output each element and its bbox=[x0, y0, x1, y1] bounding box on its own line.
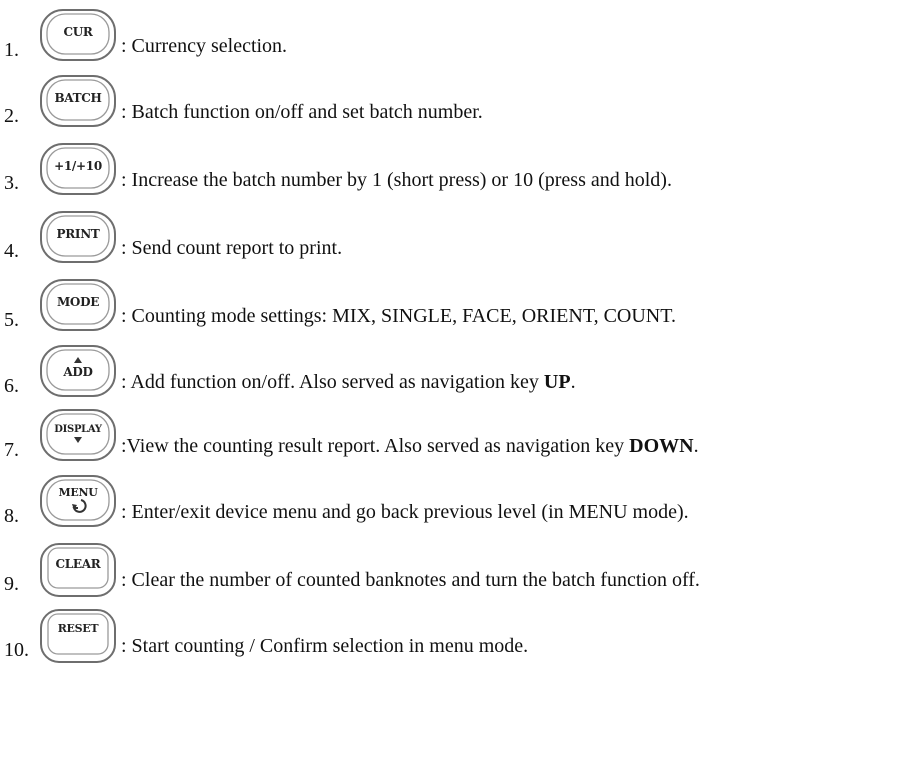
reset-key-icon: RESET bbox=[36, 608, 120, 664]
item-description: : Start counting / Confirm selection in … bbox=[121, 635, 529, 657]
print-key-icon: PRINT bbox=[36, 210, 120, 266]
key-label: MENU bbox=[58, 485, 98, 499]
item-number: 7. bbox=[4, 439, 19, 461]
item-description: : Clear the number of counted banknotes … bbox=[121, 569, 700, 591]
list-item-add: 6. ADD : Add function on/off. Also serve… bbox=[0, 342, 911, 402]
key-label: BATCH bbox=[54, 91, 102, 105]
display-down-key-icon: DISPLAY bbox=[36, 408, 120, 464]
add-up-key-icon: ADD bbox=[36, 344, 120, 400]
list-item-batch: 2. BATCH : Batch function on/off and set… bbox=[0, 72, 911, 132]
item-description: :View the counting result report. Also s… bbox=[121, 435, 699, 457]
item-number: 10. bbox=[4, 639, 29, 661]
list-item-plus: 3. +1/+10 : Increase the batch number by… bbox=[0, 140, 911, 200]
nav-key-up: UP bbox=[543, 371, 571, 393]
item-number: 5. bbox=[4, 309, 19, 331]
item-number: 6. bbox=[4, 375, 19, 397]
key-label: ADD bbox=[63, 365, 93, 379]
list-item-print: 4. PRINT : Send count report to print. bbox=[0, 208, 911, 268]
item-description: : Batch function on/off and set batch nu… bbox=[121, 101, 483, 123]
item-description: : Increase the batch number by 1 (short … bbox=[121, 169, 672, 191]
key-label: MODE bbox=[56, 295, 100, 309]
key-label: DISPLAY bbox=[54, 423, 102, 435]
key-label: RESET bbox=[57, 621, 99, 635]
key-label: +1/+10 bbox=[54, 159, 102, 173]
item-description: : Add function on/off. Also served as na… bbox=[121, 371, 576, 393]
item-number: 3. bbox=[4, 172, 19, 194]
list-item-menu: 8. MENU : Enter/exit device menu and go … bbox=[0, 472, 911, 532]
menu-back-key-icon: MENU bbox=[36, 474, 120, 530]
key-label: PRINT bbox=[56, 227, 100, 241]
mode-key-icon: MODE bbox=[36, 278, 120, 334]
item-number: 1. bbox=[4, 39, 19, 61]
cur-key-icon: CUR bbox=[36, 8, 120, 64]
item-description: : Currency selection. bbox=[121, 35, 288, 57]
batch-key-icon: BATCH bbox=[36, 74, 120, 130]
list-item-cur: 1. CUR : Currency selection. bbox=[0, 6, 911, 66]
list-item-reset: 10. RESET : Start counting / Confirm sel… bbox=[0, 606, 911, 666]
item-number: 8. bbox=[4, 505, 19, 527]
item-number: 2. bbox=[4, 105, 19, 127]
plus-key-icon: +1/+10 bbox=[36, 142, 120, 198]
item-number: 4. bbox=[4, 240, 19, 262]
list-item-display: 7. DISPLAY :View the counting result rep… bbox=[0, 406, 911, 466]
item-description: : Counting mode settings: MIX, SINGLE, F… bbox=[121, 305, 676, 327]
item-description: : Send count report to print. bbox=[121, 237, 343, 259]
item-number: 9. bbox=[4, 573, 19, 595]
list-item-clear: 9. CLEAR : Clear the number of counted b… bbox=[0, 540, 911, 600]
list-item-mode: 5. MODE : Counting mode settings: MIX, S… bbox=[0, 276, 911, 336]
clear-key-icon: CLEAR bbox=[36, 542, 120, 598]
key-label: CUR bbox=[63, 25, 93, 39]
nav-key-down: DOWN bbox=[629, 435, 694, 457]
item-description: : Enter/exit device menu and go back pre… bbox=[121, 501, 689, 523]
key-label: CLEAR bbox=[55, 557, 101, 571]
